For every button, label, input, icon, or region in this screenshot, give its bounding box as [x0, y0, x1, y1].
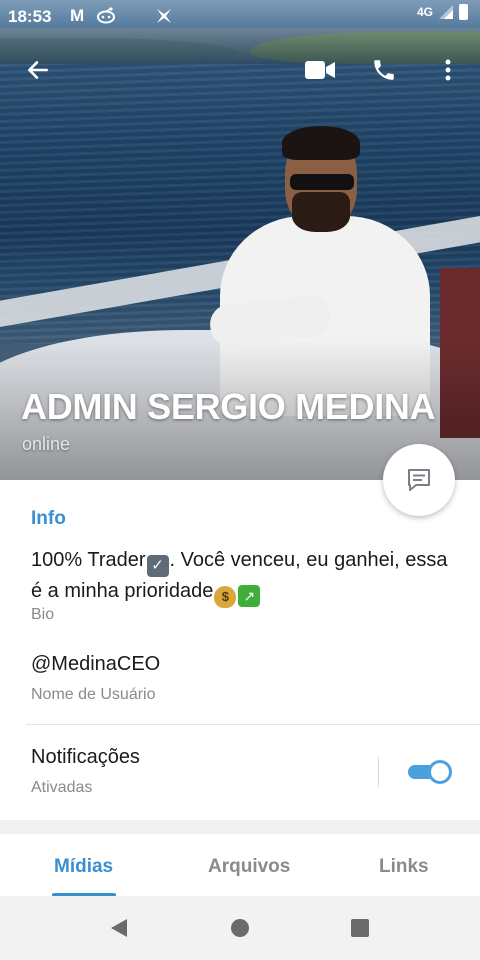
battery-icon: [459, 4, 468, 20]
top-app-bar: [0, 50, 480, 90]
tab-arquivos[interactable]: Arquivos: [208, 856, 290, 878]
profile-online-status: online: [22, 434, 71, 454]
more-options-button[interactable]: [432, 50, 464, 90]
bio-text[interactable]: 100% Trader ✓. Você venceu, eu ganhei, es…: [31, 546, 451, 608]
section-gap: [0, 820, 480, 834]
section-divider: [26, 724, 480, 725]
tab-links[interactable]: Links: [379, 856, 429, 878]
tab-midias[interactable]: Mídias: [54, 856, 113, 878]
message-icon: [408, 469, 430, 491]
profile-name: ADMIN SERGIO MEDINA: [21, 386, 436, 427]
username[interactable]: @MedinaCEO: [31, 653, 160, 676]
media-tabs: Mídias Arquivos Links: [0, 834, 480, 896]
status-time: 18:53: [8, 7, 52, 26]
network-type: 4G: [416, 5, 433, 19]
app-icon: [154, 6, 174, 31]
send-message-button[interactable]: [383, 444, 455, 516]
check-mark-icon: ✓: [146, 555, 169, 577]
phone-icon: [374, 60, 394, 80]
signal-icon: [439, 5, 453, 19]
gmail-icon: M: [70, 6, 85, 25]
nav-back-button[interactable]: [103, 912, 135, 944]
username-label: Nome de Usuário: [31, 686, 156, 703]
notifications-toggle[interactable]: [406, 760, 452, 784]
chart-increasing-icon: ↗: [238, 585, 261, 607]
back-arrow-icon: [28, 61, 48, 79]
more-vert-icon: [445, 59, 451, 81]
system-navigation-bar: [0, 896, 480, 960]
nav-recents-icon: [351, 919, 369, 937]
status-bar: 18:53 M 4G: [0, 0, 480, 34]
reddit-icon: [96, 6, 116, 31]
back-button[interactable]: [18, 50, 58, 90]
info-header: Info: [31, 508, 66, 529]
notifications-state: Ativadas: [31, 779, 93, 796]
money-bag-icon: $: [214, 586, 237, 608]
nav-recents-button[interactable]: [344, 912, 376, 944]
notifications-title[interactable]: Notificações: [31, 746, 140, 769]
status-notification-icons: M: [70, 6, 174, 31]
nav-back-icon: [111, 919, 127, 937]
nav-home-button[interactable]: [224, 912, 256, 944]
bio-label: Bio: [31, 606, 55, 623]
info-section: Info 100% Trader ✓. Você venceu, eu ganhe…: [0, 480, 480, 820]
notifications-separator: [378, 757, 379, 787]
toggle-knob: [428, 760, 452, 784]
video-call-icon: [305, 61, 335, 79]
voice-call-button[interactable]: [364, 50, 404, 90]
video-call-button[interactable]: [300, 50, 340, 90]
status-system-icons: 4G: [417, 4, 468, 20]
nav-home-icon: [231, 919, 249, 937]
bio-text-part-1: 100% Trader: [31, 549, 146, 571]
